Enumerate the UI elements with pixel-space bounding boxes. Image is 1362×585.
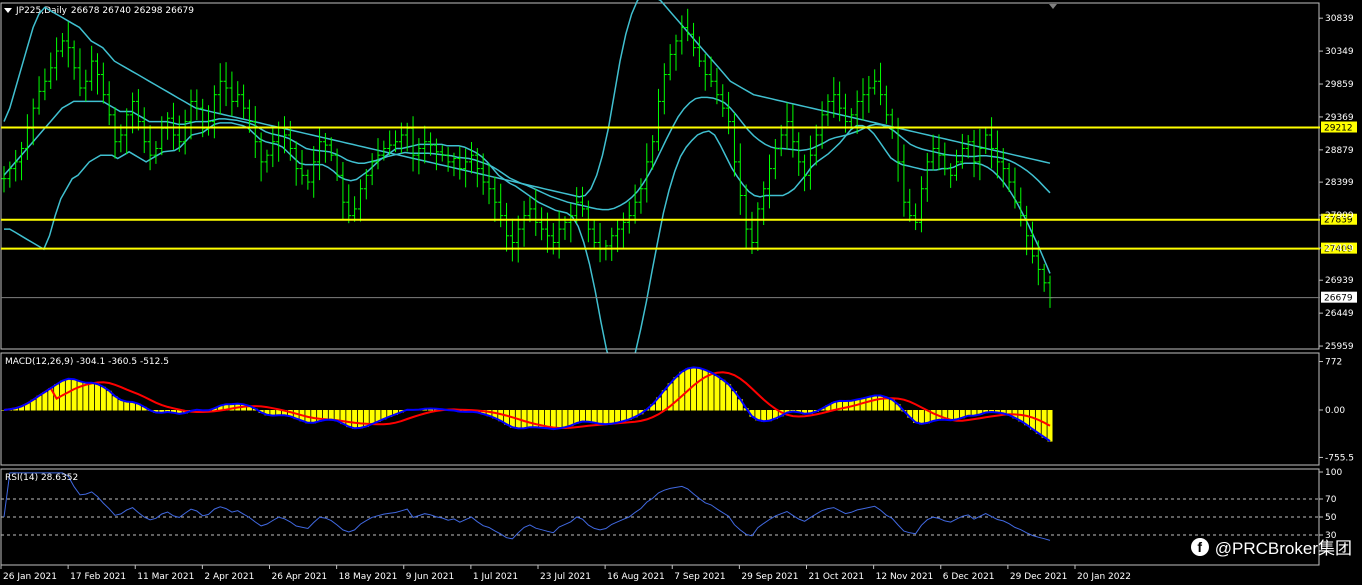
- price-panel: JP225,Daily 26678 26740 26298 26679 29212…: [0, 0, 1357, 384]
- macd-hist-bar: [866, 396, 872, 411]
- rsi-title: RSI(14) 28.6352: [5, 473, 78, 483]
- macd-hist-bar: [346, 410, 352, 428]
- time-tick-label: 7 Sep 2021: [674, 572, 725, 582]
- macd-hist-bar: [357, 410, 363, 429]
- macd-hist-bar: [609, 410, 615, 425]
- macd-hist-bar: [597, 410, 603, 425]
- chart-canvas: JP225,Daily 26678 26740 26298 26679 29212…: [0, 0, 1357, 582]
- macd-hist-bar: [585, 410, 591, 423]
- macd-hist-bar: [124, 401, 130, 411]
- time-tick-label: 26 Jan 2021: [3, 572, 57, 582]
- price-tick-label: 26939: [1325, 276, 1354, 286]
- macd-hist-bar: [708, 372, 714, 411]
- time-tick-label: 11 Mar 2021: [137, 572, 194, 582]
- time-tick-label: 9 Jun 2021: [406, 572, 454, 582]
- macd-hist-bar: [696, 367, 702, 411]
- time-tick-label: 18 May 2021: [339, 572, 398, 582]
- macd-hist-bar: [720, 379, 726, 411]
- time-tick-label: 2 Apr 2021: [204, 572, 254, 582]
- macd-panel: MACD(12,26,9) -304.1 -360.5 -512.5 772 0.…: [0, 352, 1354, 466]
- time-tick-label: 23 Jul 2021: [540, 572, 591, 582]
- macd-hist-bar: [65, 378, 71, 411]
- price-tick-label: 25959: [1325, 342, 1354, 352]
- macd-hist-bar: [691, 367, 697, 411]
- macd-tick-label: -755.5: [1325, 453, 1354, 463]
- macd-hist-bar: [679, 371, 685, 411]
- price-tick-label: 29859: [1325, 80, 1354, 90]
- level-price-label: 29212: [1324, 123, 1353, 133]
- macd-hist-bar: [673, 377, 679, 411]
- facebook-icon: f: [1190, 537, 1209, 556]
- time-tick-label: 26 Apr 2021: [272, 572, 328, 582]
- macd-axis: 772 0.00 -755.5: [1319, 358, 1354, 463]
- macd-hist-bar: [352, 410, 358, 429]
- macd-title: MACD(12,26,9) -304.1 -360.5 -512.5: [5, 357, 169, 367]
- time-tick-label: 6 Dec 2021: [943, 572, 995, 582]
- time-tick-label: 1 Jul 2021: [473, 572, 518, 582]
- rsi-panel-frame: [0, 468, 1320, 566]
- macd-hist-bar: [527, 410, 533, 428]
- macd-tick-label: 0.00: [1325, 406, 1345, 416]
- time-tick-label: 16 Aug 2021: [607, 572, 665, 582]
- time-tick-label: 21 Oct 2021: [809, 572, 865, 582]
- macd-hist-bar: [562, 410, 568, 428]
- rsi-panel: RSI(14) 28.6352 100705030: [0, 468, 1342, 566]
- macd-hist-bar: [842, 400, 848, 411]
- macd-hist-bar: [714, 375, 720, 411]
- macd-hist-bar: [726, 384, 732, 411]
- price-tick-label: 27419: [1325, 244, 1354, 254]
- macd-hist-bar: [1035, 410, 1041, 434]
- price-tick-label: 26449: [1325, 309, 1354, 319]
- price-tick-label: 28879: [1325, 146, 1354, 156]
- time-tick-label: 17 Feb 2021: [70, 572, 126, 582]
- macd-hist-bar: [83, 382, 89, 411]
- macd-hist-bar: [556, 410, 562, 429]
- macd-hist-bar: [89, 382, 95, 411]
- macd-hist-bar: [872, 395, 878, 411]
- macd-hist-bar: [106, 390, 112, 411]
- macd-hist-bar: [568, 410, 574, 427]
- price-tick-label: 28399: [1325, 178, 1354, 188]
- macd-hist-bar: [591, 410, 597, 424]
- rsi-tick-label: 100: [1325, 468, 1342, 478]
- time-tick-label: 29 Sep 2021: [741, 572, 798, 582]
- macd-hist-bar: [521, 410, 527, 429]
- rsi-tick-label: 70: [1325, 495, 1337, 505]
- macd-hist-bar: [100, 386, 106, 411]
- time-axis: 26 Jan 2021 17 Feb 2021 11 Mar 2021 2 Apr 2…: [0, 565, 1131, 582]
- price-tick-label: 30349: [1325, 47, 1354, 57]
- macd-hist-bar: [42, 391, 48, 411]
- rsi-tick-label: 50: [1325, 513, 1337, 523]
- price-tick-label: 30839: [1325, 14, 1354, 24]
- macd-hist-bar: [603, 410, 609, 425]
- rsi-axis: 100705030: [1319, 468, 1342, 541]
- time-tick-label: 12 Nov 2021: [876, 572, 934, 582]
- time-tick-label: 29 Dec 2021: [1010, 572, 1068, 582]
- macd-hist-bar: [118, 399, 124, 411]
- macd-hist-bar: [918, 410, 924, 425]
- current-price-label: 26679: [1324, 294, 1353, 304]
- watermark: f @PRCBroker集团: [1190, 534, 1352, 559]
- macd-hist-bar: [580, 410, 586, 423]
- macd-hist-bar: [71, 379, 77, 411]
- price-tick-label: 27909: [1325, 211, 1354, 221]
- price-panel-frame: [0, 2, 1320, 350]
- macd-hist-bar: [574, 410, 580, 424]
- watermark-text: @PRCBroker集团: [1214, 539, 1352, 558]
- macd-tick-label: 772: [1325, 358, 1342, 368]
- macd-hist-bar: [94, 384, 100, 411]
- time-tick-label: 20 Jan 2022: [1077, 572, 1131, 582]
- price-tick-label: 29369: [1325, 113, 1354, 123]
